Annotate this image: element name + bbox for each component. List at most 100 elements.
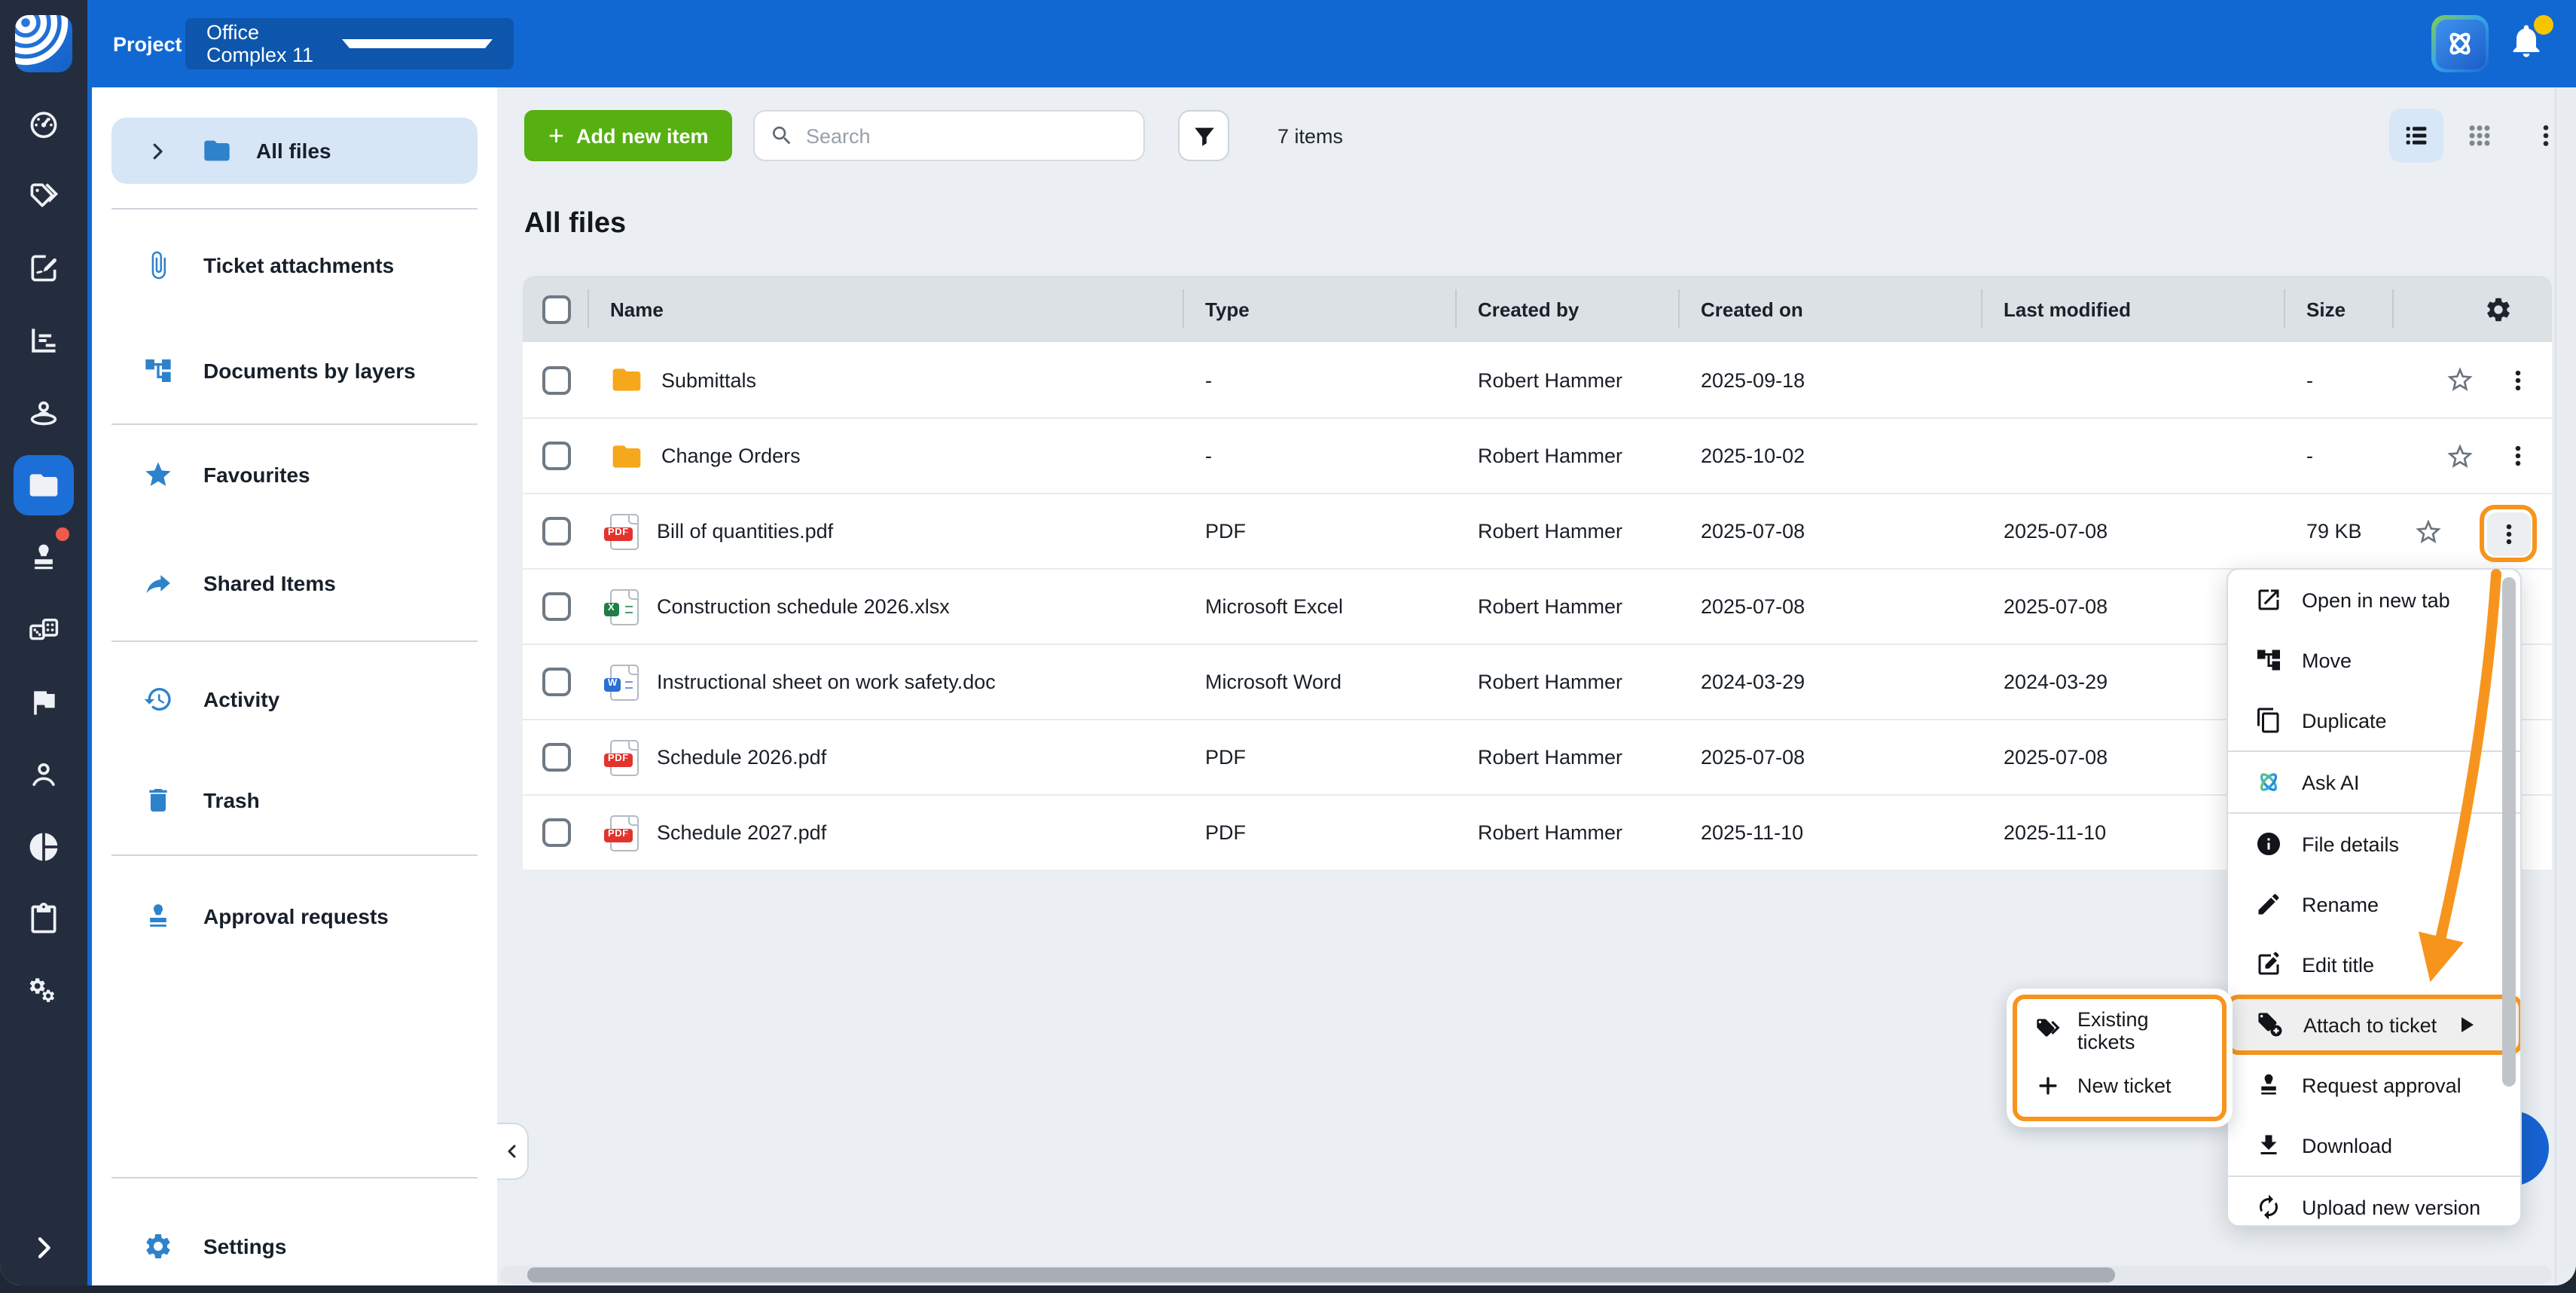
project-selector[interactable]: Office Complex 11	[185, 18, 514, 69]
row-checkbox[interactable]	[542, 743, 570, 772]
column-header[interactable]: Created by	[1457, 276, 1680, 342]
menu-item-request-approval[interactable]: Request approval	[2228, 1055, 2520, 1115]
horizontal-scrollbar-thumb[interactable]	[527, 1267, 2115, 1282]
vertical-scrollbar-gutter[interactable]	[2555, 87, 2576, 1285]
duplicate-icon	[2255, 707, 2282, 734]
menu-item-rename[interactable]: Rename	[2228, 874, 2520, 934]
table-row[interactable]: Change Orders-Robert Hammer2025-10-02-	[523, 417, 2552, 493]
sidebar-item-settings[interactable]: Settings	[92, 1213, 497, 1279]
menu-item-ask-ai[interactable]: Ask AI	[2228, 752, 2520, 812]
star-icon	[143, 460, 173, 490]
file-type: PDF	[1184, 520, 1457, 543]
kebab-menu-icon	[2505, 367, 2531, 393]
rail-item-gears[interactable]	[0, 955, 87, 1028]
menu-item-label: Duplicate	[2302, 709, 2387, 732]
rail-item-person-pin[interactable]	[0, 377, 87, 449]
dice-icon	[27, 613, 60, 646]
add-new-item-button[interactable]: + Add new item	[524, 110, 733, 161]
file-name: Submittals	[661, 368, 756, 391]
submenu-item-new-ticket[interactable]: New ticket	[2017, 1058, 2222, 1114]
sidebar-divider	[111, 854, 478, 856]
sidebar-collapse-handle[interactable]	[497, 1123, 529, 1180]
filter-button[interactable]	[1178, 110, 1229, 161]
select-all-checkbox[interactable]	[542, 295, 570, 323]
row-menu-button[interactable]	[2505, 443, 2531, 469]
row-checkbox[interactable]	[542, 517, 570, 546]
app-logo[interactable]	[0, 0, 87, 87]
sidebar-item-all-files[interactable]: All files	[111, 118, 478, 184]
sidebar-item-activity[interactable]: Activity	[92, 666, 497, 732]
list-view-toggle[interactable]	[2389, 109, 2443, 163]
column-header[interactable]: Created on	[1680, 276, 1982, 342]
gears-icon	[27, 975, 60, 1008]
sidebar-item-approval-requests[interactable]: Approval requests	[92, 883, 497, 949]
table-row[interactable]: PDFBill of quantities.pdfPDFRobert Hamme…	[523, 493, 2552, 568]
column-header[interactable]: Size	[2285, 276, 2394, 342]
search-box	[753, 110, 1145, 161]
submenu-item-existing-tickets[interactable]: Existing tickets	[2017, 1002, 2222, 1058]
menu-item-file-details[interactable]: File details	[2228, 814, 2520, 874]
rail-item-dice[interactable]	[0, 594, 87, 666]
favourite-star-button[interactable]	[2445, 365, 2475, 395]
search-input[interactable]	[806, 124, 1128, 147]
sidebar-divider	[111, 640, 478, 642]
rail-item-stamp[interactable]	[0, 521, 87, 594]
column-header[interactable]: Name	[589, 276, 1184, 342]
column-header[interactable]: Type	[1184, 276, 1457, 342]
notifications-button[interactable]	[2507, 21, 2549, 63]
grid-view-toggle[interactable]	[2452, 109, 2507, 163]
menu-item-edit-title[interactable]: Edit title	[2228, 934, 2520, 995]
file-size: -	[2285, 368, 2394, 391]
table-settings-gear[interactable]	[2394, 276, 2552, 342]
sidebar-item-label: Ticket attachments	[203, 253, 394, 277]
menu-item-open-in-new-tab[interactable]: Open in new tab	[2228, 570, 2520, 630]
rail-item-pie-chart[interactable]	[0, 811, 87, 883]
history-icon	[143, 684, 173, 714]
page-title: All files	[524, 208, 626, 241]
favourite-star-button[interactable]	[2413, 516, 2443, 546]
row-checkbox[interactable]	[542, 592, 570, 621]
file-name: Change Orders	[661, 445, 801, 467]
row-checkbox[interactable]	[542, 365, 570, 394]
favourite-star-button[interactable]	[2445, 441, 2475, 471]
row-kebab-highlight[interactable]	[2480, 505, 2537, 562]
chevron-right-icon	[29, 1233, 59, 1263]
column-header[interactable]: Last modified	[1982, 276, 2285, 342]
rail-item-bar-chart[interactable]	[0, 304, 87, 377]
menu-scrollbar-thumb[interactable]	[2502, 577, 2516, 1087]
sidebar-divider	[111, 208, 478, 209]
folder-icon	[610, 439, 643, 472]
row-menu-button[interactable]	[2505, 367, 2531, 393]
row-checkbox[interactable]	[542, 442, 570, 470]
person-pin-icon	[27, 396, 60, 429]
menu-item-download[interactable]: Download	[2228, 1115, 2520, 1175]
menu-item-duplicate[interactable]: Duplicate	[2228, 690, 2520, 750]
created-on: 2025-11-10	[1680, 821, 1982, 844]
menu-item-upload-new-version[interactable]: Upload new version	[2228, 1177, 2520, 1227]
row-checkbox[interactable]	[542, 818, 570, 847]
sidebar-item-favourites[interactable]: Favourites	[92, 442, 497, 508]
menu-item-label: File details	[2302, 833, 2399, 855]
autorenew-icon	[2255, 1194, 2282, 1221]
rail-item-flag[interactable]	[0, 666, 87, 738]
created-on: 2025-07-08	[1680, 520, 1982, 543]
sidebar-item-shared-items[interactable]: Shared Items	[92, 550, 497, 616]
menu-item-attach-to-ticket[interactable]: Attach to ticket	[2227, 995, 2522, 1055]
menu-item-move[interactable]: Move	[2228, 630, 2520, 690]
sidebar-item-ticket-attachments[interactable]: Ticket attachments	[92, 232, 497, 298]
row-checkbox[interactable]	[542, 668, 570, 696]
sidebar-item-trash[interactable]: Trash	[92, 767, 497, 833]
rail-item-person[interactable]	[0, 738, 87, 811]
rail-expand-button[interactable]	[0, 1225, 87, 1270]
rail-item-clipboard[interactable]	[0, 883, 87, 955]
rail-item-tags[interactable]	[0, 160, 87, 232]
ai-assistant-button[interactable]	[2431, 15, 2489, 72]
rail-item-document-edit[interactable]	[0, 232, 87, 304]
created-by: Robert Hammer	[1457, 520, 1680, 543]
table-row[interactable]: Submittals-Robert Hammer2025-09-18-	[523, 342, 2552, 417]
rail-item-folder[interactable]	[0, 449, 87, 521]
folder-icon	[610, 363, 643, 396]
edit-box-icon	[2255, 951, 2282, 978]
sidebar-item-documents-by-layers[interactable]: Documents by layers	[92, 338, 497, 404]
rail-item-gauge[interactable]	[0, 87, 87, 160]
